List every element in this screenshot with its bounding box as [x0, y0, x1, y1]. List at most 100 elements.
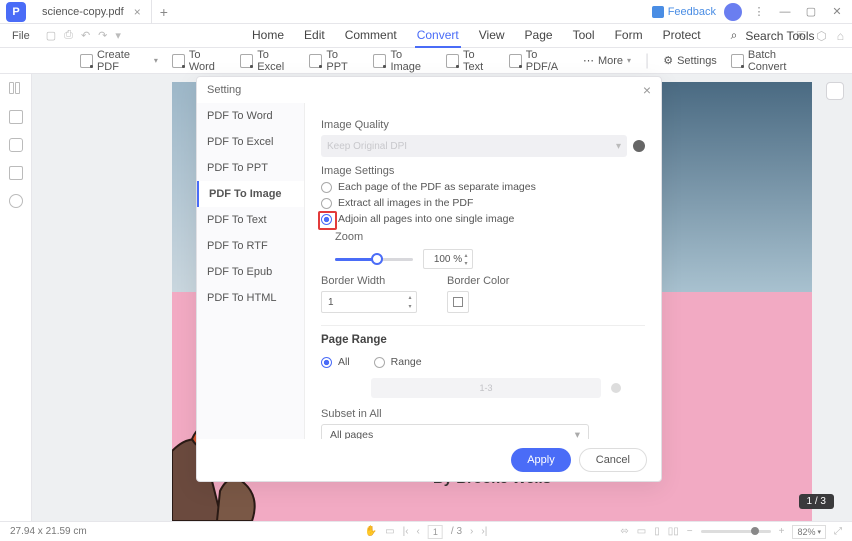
word-icon [172, 54, 185, 68]
zoom-slider[interactable] [335, 258, 413, 261]
info-icon[interactable] [633, 140, 645, 152]
range-info-icon[interactable] [611, 383, 621, 393]
apply-button[interactable]: Apply [511, 448, 571, 472]
tab-close-icon[interactable]: × [134, 5, 141, 19]
save-icon[interactable]: ▢ [46, 29, 56, 42]
border-color-label: Border Color [447, 275, 509, 287]
single-page-icon[interactable]: ▯ [654, 526, 660, 537]
feedback-icon [652, 6, 664, 18]
more-button[interactable]: ⋯More▾ [583, 54, 631, 67]
last-page-icon[interactable]: ›| [481, 526, 487, 537]
to-ppt-button[interactable]: To PPT [309, 49, 359, 73]
page-range-all-label: All [338, 356, 350, 368]
nav-pdf-to-ppt[interactable]: PDF To PPT [197, 155, 304, 181]
file-menu[interactable]: File [8, 30, 34, 42]
feedback-link[interactable]: Feedback [652, 6, 716, 18]
to-word-button[interactable]: To Word [172, 49, 226, 73]
menu-edit[interactable]: Edit [302, 24, 327, 48]
bw-down-icon[interactable]: ▾ [405, 302, 415, 311]
settings-button[interactable]: ⚙Settings [663, 54, 717, 67]
fit-page-icon[interactable]: ▭ [637, 526, 646, 537]
zoom-down-icon[interactable]: ▾ [461, 259, 471, 267]
nav-pdf-to-text[interactable]: PDF To Text [197, 207, 304, 233]
menu-home[interactable]: Home [250, 24, 286, 48]
fit-width-icon[interactable]: ⬄ [620, 526, 628, 537]
thumbnail-view-icon[interactable] [9, 82, 23, 96]
to-pdfa-button[interactable]: To PDF/A [509, 49, 569, 73]
menu-page[interactable]: Page [523, 24, 555, 48]
zoom-slider-knob[interactable] [371, 253, 383, 265]
option-extract-radio[interactable] [321, 198, 332, 209]
search-tools[interactable]: ⌕ Search Tools [729, 24, 817, 48]
zoom-out-icon[interactable]: − [687, 526, 693, 537]
print-icon[interactable]: ⎙ [64, 29, 73, 42]
zoom-percent-display[interactable]: 82%▾ [792, 525, 826, 539]
page-number-input[interactable]: 1 [428, 525, 443, 539]
option-separate-label: Each page of the PDF as separate images [338, 181, 536, 193]
nav-pdf-to-rtf[interactable]: PDF To RTF [197, 233, 304, 259]
nav-pdf-to-epub[interactable]: PDF To Epub [197, 259, 304, 285]
zoom-slider-status[interactable] [701, 530, 771, 533]
redo-icon[interactable]: ↷ [98, 29, 107, 42]
page-range-range-radio[interactable] [374, 357, 385, 368]
minimize-button[interactable]: — [776, 3, 794, 21]
bookmark-icon[interactable] [9, 110, 23, 124]
menu-convert[interactable]: Convert [415, 24, 461, 48]
nav-pdf-to-image[interactable]: PDF To Image [197, 181, 304, 207]
menu-tool[interactable]: Tool [571, 24, 597, 48]
batch-convert-button[interactable]: Batch Convert [731, 49, 812, 73]
prev-page-icon[interactable]: ‹ [417, 526, 420, 537]
more-icon[interactable]: ⋮ [750, 3, 768, 21]
menu-form[interactable]: Form [613, 24, 645, 48]
app-icon: P [6, 2, 26, 22]
option-adjoin-radio[interactable] [321, 214, 332, 225]
nav-pdf-to-excel[interactable]: PDF To Excel [197, 129, 304, 155]
to-excel-button[interactable]: To Excel [240, 49, 295, 73]
bw-up-icon[interactable]: ▴ [405, 293, 415, 302]
option-separate-radio[interactable] [321, 182, 332, 193]
main-menu: Home Edit Comment Convert View Page Tool… [250, 24, 817, 48]
fullscreen-icon[interactable]: ⤢ [834, 526, 842, 537]
page-range-range-label: Range [391, 356, 422, 368]
border-width-input[interactable]: 1▴▾ [321, 291, 417, 313]
layers-icon[interactable] [9, 138, 23, 152]
zoom-up-icon[interactable]: ▴ [461, 251, 471, 259]
close-window-button[interactable]: ✕ [828, 3, 846, 21]
menu-protect[interactable]: Protect [661, 24, 703, 48]
range-input[interactable]: 1-3 [371, 378, 601, 398]
page-indicator: 1 / 3 [799, 494, 834, 509]
maximize-button[interactable]: ▢ [802, 3, 820, 21]
dropdown-icon[interactable]: ▾ [115, 29, 121, 42]
menu-comment[interactable]: Comment [343, 24, 399, 48]
border-color-picker[interactable] [447, 291, 469, 313]
first-page-icon[interactable]: |‹ [403, 526, 409, 537]
cloud-icon[interactable]: ⬡ [816, 29, 826, 43]
menu-view[interactable]: View [477, 24, 507, 48]
page-range-all-radio[interactable] [321, 357, 332, 368]
to-text-button[interactable]: To Text [446, 49, 495, 73]
dialog-close-button[interactable]: × [643, 82, 651, 98]
create-pdf-button[interactable]: Create PDF▾ [80, 49, 158, 73]
select-tool-icon[interactable]: ▭ [385, 526, 394, 537]
undo-icon[interactable]: ↶ [81, 29, 90, 42]
to-image-button[interactable]: To Image [373, 49, 432, 73]
two-page-icon[interactable]: ▯▯ [668, 526, 679, 537]
dialog-title: Setting [207, 84, 241, 96]
cancel-button[interactable]: Cancel [579, 448, 647, 472]
hand-tool-icon[interactable]: ✋ [365, 526, 377, 537]
attachment-icon[interactable] [9, 166, 23, 180]
document-tab[interactable]: science-copy.pdf × [32, 0, 152, 24]
user-avatar[interactable] [724, 3, 742, 21]
subset-select[interactable]: All pages [321, 424, 589, 439]
panel-toggle-icon[interactable] [826, 82, 844, 100]
zoom-value-input[interactable]: 100 %▴▾ [423, 249, 473, 269]
home-icon[interactable]: ⌂ [837, 29, 844, 43]
nav-pdf-to-html[interactable]: PDF To HTML [197, 285, 304, 311]
zoom-in-icon[interactable]: + [779, 526, 785, 537]
shape-icon[interactable] [9, 194, 23, 208]
image-quality-select[interactable]: Keep Original DPI [321, 135, 627, 157]
image-icon [373, 54, 386, 68]
new-tab-button[interactable]: + [152, 4, 176, 20]
nav-pdf-to-word[interactable]: PDF To Word [197, 103, 304, 129]
next-page-icon[interactable]: › [470, 526, 473, 537]
